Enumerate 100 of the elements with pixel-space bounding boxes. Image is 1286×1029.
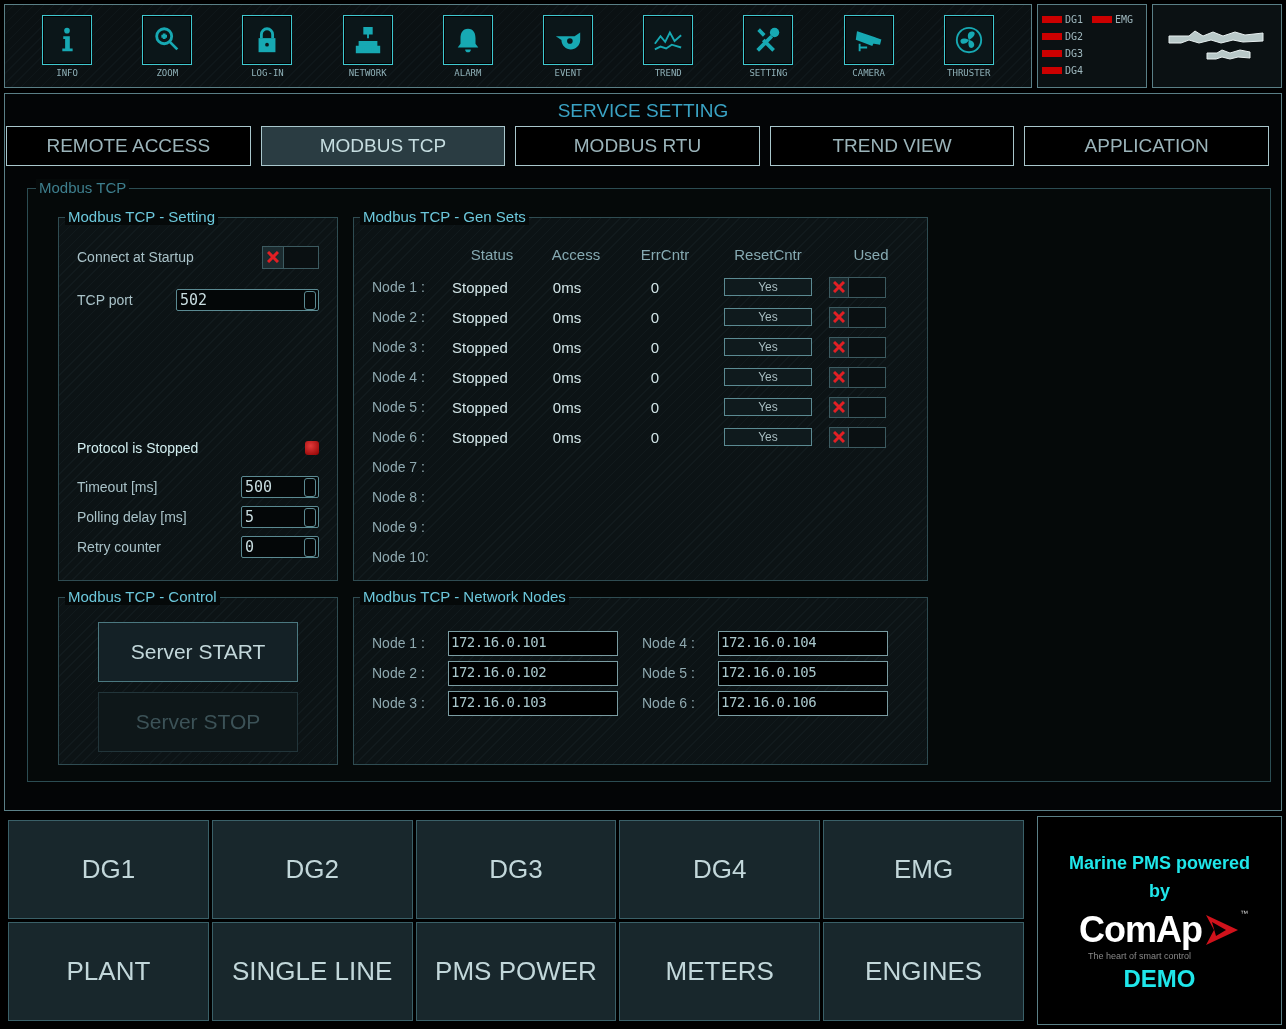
used-checkbox[interactable]: [829, 396, 886, 418]
tab[interactable]: TREND VIEW: [769, 126, 1015, 166]
tab[interactable]: MODBUS TCP: [260, 126, 506, 166]
reset-button[interactable]: Yes: [724, 368, 812, 386]
page-title: SERVICE SETTING: [556, 99, 730, 123]
node-label: Node 2 :: [372, 665, 426, 681]
node-label: Node 1 :: [372, 635, 426, 651]
field-label: Timeout [ms]: [77, 479, 158, 495]
used-checkbox[interactable]: [829, 366, 886, 388]
error-count-cell-text: 0: [649, 308, 661, 326]
nav-button[interactable]: DG3: [415, 820, 617, 919]
row-label: Node 7 :: [372, 459, 426, 475]
error-count-cell-text: 0: [649, 398, 661, 416]
protocol-status-text: Protocol is Stopped: [77, 440, 199, 456]
cross-icon: [833, 371, 845, 383]
row-label: Node 2 :: [372, 309, 426, 325]
group-title: Modbus TCP - Network Nodes: [360, 588, 569, 605]
number-field[interactable]: 5: [241, 506, 319, 528]
error-count-cell-text: 0: [649, 338, 661, 356]
status-cell: Stopped: [452, 308, 508, 326]
access-cell-text: 0ms: [551, 338, 583, 356]
brand-tagline: The heart of smart control: [1087, 950, 1191, 961]
reset-button[interactable]: Yes: [724, 428, 812, 446]
nav-button[interactable]: DG2: [211, 820, 413, 919]
reset-button[interactable]: Yes: [724, 398, 812, 416]
field-label: Retry counter: [77, 539, 162, 555]
cross-icon: [833, 341, 845, 353]
cross-icon: [267, 251, 279, 263]
triangle-logo-icon: [1204, 912, 1240, 947]
number-field[interactable]: 500: [241, 476, 319, 498]
status-cell: Stopped: [452, 338, 508, 356]
nav-button[interactable]: DG1: [8, 820, 209, 919]
reset-button[interactable]: Yes: [724, 278, 812, 296]
error-count-cell-text: 0: [649, 428, 661, 446]
reset-button[interactable]: Yes: [724, 308, 812, 326]
group-title: Modbus TCP: [36, 179, 130, 196]
nav-button[interactable]: PLANT: [8, 922, 209, 1021]
tab[interactable]: REMOTE ACCESS: [6, 126, 251, 166]
access-cell-text: 0ms: [551, 368, 583, 386]
group-title: Modbus TCP - Gen Sets: [360, 208, 529, 225]
status-label: DG4: [1065, 65, 1084, 76]
nav-button[interactable]: DG4: [619, 820, 821, 919]
number-field[interactable]: 0: [241, 536, 319, 558]
nav-button[interactable]: METERS: [619, 922, 821, 1021]
nav-button[interactable]: SINGLE LINE: [211, 922, 413, 1021]
field-label: Polling delay [ms]: [77, 509, 187, 525]
tab[interactable]: MODBUS RTU: [515, 126, 760, 166]
cross-icon: [833, 431, 845, 443]
ip-address-field[interactable]: 172.16.0.101: [448, 630, 618, 656]
status-cell: Stopped: [452, 398, 508, 416]
tab[interactable]: APPLICATION: [1024, 126, 1269, 166]
used-checkbox[interactable]: [829, 276, 886, 298]
startup-checkbox[interactable]: [262, 245, 319, 269]
ip-address-field[interactable]: 172.16.0.103: [448, 690, 618, 716]
brand-headline: Marine PMS powered by: [1067, 851, 1251, 903]
cross-icon: [833, 281, 845, 293]
row-label: Node 1 :: [372, 279, 426, 295]
server-button[interactable]: Server START: [98, 622, 298, 682]
node-label: Node 6 :: [642, 695, 696, 711]
trademark-sign: ™: [1240, 908, 1248, 918]
error-count-cell-text: 0: [649, 278, 661, 296]
node-label: Node 3 :: [372, 695, 426, 711]
company-logo-text: ComAp: [1079, 908, 1202, 951]
column-header: ErrCntr: [639, 246, 691, 265]
ip-address-field[interactable]: 172.16.0.105: [718, 660, 888, 686]
nav-button[interactable]: ENGINES: [823, 922, 1024, 1021]
port-field[interactable]: 502: [176, 289, 319, 311]
row-label: Node 10:: [372, 549, 430, 565]
nav-button[interactable]: EMG: [823, 820, 1024, 919]
row-label: Node 9 :: [372, 519, 426, 535]
status-cell: Stopped: [452, 278, 508, 296]
edition-label: DEMO: [1123, 964, 1196, 993]
node-label: Node 5 :: [642, 665, 696, 681]
row-label: Node 8 :: [372, 489, 426, 505]
reset-button[interactable]: Yes: [724, 338, 812, 356]
access-cell-text: 0ms: [551, 428, 583, 446]
column-header: Used: [852, 246, 890, 265]
status-label: DG2: [1065, 31, 1084, 42]
ip-address-field[interactable]: 172.16.0.102: [448, 660, 618, 686]
fan-icon: [953, 24, 984, 55]
status-label: DG3: [1065, 48, 1084, 59]
column-header: Access: [550, 246, 602, 265]
status-cell: Stopped: [452, 368, 508, 386]
status-cell: Stopped: [452, 428, 508, 446]
used-checkbox[interactable]: [829, 306, 886, 328]
status-label: EMG: [1115, 14, 1134, 25]
column-header: ResetCntr: [733, 246, 803, 265]
node-label: Node 4 :: [642, 635, 696, 651]
field-label: Connect at Startup: [77, 249, 194, 265]
ip-address-field[interactable]: 172.16.0.104: [718, 630, 888, 656]
used-checkbox[interactable]: [829, 336, 886, 358]
group-title: Modbus TCP - Setting: [65, 208, 219, 225]
cross-icon: [833, 311, 845, 323]
row-label: Node 5 :: [372, 399, 426, 415]
row-label: Node 3 :: [372, 339, 426, 355]
access-cell-text: 0ms: [551, 398, 583, 416]
ip-address-field[interactable]: 172.16.0.106: [718, 690, 888, 716]
nav-button[interactable]: PMS POWER: [415, 922, 617, 1021]
used-checkbox[interactable]: [829, 426, 886, 448]
error-count-cell-text: 0: [649, 368, 661, 386]
